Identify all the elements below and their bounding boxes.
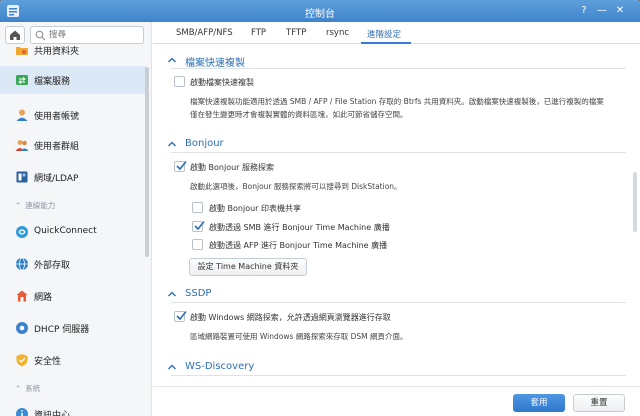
footer-bar: 套用 重置 bbox=[153, 386, 640, 416]
bonjour-smb-timemachine-label: 啟動透過 SMB 進行 Bonjour Time Machine 廣播 bbox=[209, 223, 390, 232]
sidebar-section-connectivity[interactable]: ⌃ 連線能力 bbox=[15, 200, 55, 211]
sidebar-section-system[interactable]: ⌃ 系統 bbox=[15, 383, 40, 394]
ssdp-description: 區域網路裝置可使用 Windows 網路探索來存取 DSM 網頁介面。 bbox=[190, 332, 408, 341]
sidebar-item-network[interactable]: 網路 bbox=[0, 282, 146, 310]
ssdp-enable-checkbox[interactable] bbox=[174, 311, 187, 322]
network-icon bbox=[16, 290, 28, 302]
chevron-up-icon bbox=[168, 141, 176, 147]
file-services-icon bbox=[16, 75, 28, 85]
tab-advanced[interactable]: 進階設定 bbox=[367, 28, 401, 40]
bonjour-printer-label: 啟動 Bonjour 印表機共享 bbox=[209, 204, 302, 213]
collapse-arrow-icon: ⌃ bbox=[15, 201, 22, 210]
collapse-arrow-icon: ⌃ bbox=[15, 384, 22, 393]
content-scrollbar[interactable] bbox=[633, 172, 637, 232]
section-divider bbox=[171, 302, 626, 303]
help-icon[interactable]: ? bbox=[578, 5, 590, 17]
tab-smb-afp-nfs[interactable]: SMB/AFP/NFS bbox=[176, 28, 233, 38]
reset-button[interactable]: 重置 bbox=[573, 394, 625, 412]
sidebar-item-security[interactable]: 安全性 bbox=[0, 346, 146, 374]
bonjour-smb-timemachine-checkbox[interactable] bbox=[192, 221, 205, 232]
dhcp-server-icon bbox=[16, 322, 28, 334]
file-copy-checkbox[interactable] bbox=[174, 76, 185, 87]
checkmark-icon bbox=[194, 221, 205, 231]
tab-ftp[interactable]: FTP bbox=[251, 28, 266, 38]
sidebar-item-group[interactable]: 使用者群組 bbox=[0, 131, 146, 159]
sidebar-item-external-access[interactable]: 外部存取 bbox=[0, 250, 146, 278]
sidebar-item-domain-ldap[interactable]: 網域/LDAP bbox=[0, 163, 146, 191]
section-divider bbox=[171, 68, 626, 69]
minimize-icon[interactable]: — bbox=[596, 5, 608, 17]
sidebar-item-user[interactable]: 使用者帳號 bbox=[0, 101, 146, 129]
ssdp-enable-label: 啟動 Windows 網路探索，允許透過網頁瀏覽器進行存取 bbox=[190, 313, 391, 322]
tab-tftp[interactable]: TFTP bbox=[286, 28, 306, 38]
user-group-icon bbox=[15, 140, 29, 151]
bonjour-enable-checkbox[interactable] bbox=[174, 161, 187, 172]
security-icon bbox=[16, 354, 28, 367]
bonjour-printer-checkbox[interactable] bbox=[192, 202, 203, 213]
control-panel-window: 控制台 ? — ✕ 共用資料夾 bbox=[0, 0, 640, 416]
sidebar-scrollbar[interactable] bbox=[145, 67, 149, 257]
title-bar[interactable]: 控制台 ? — ✕ bbox=[0, 0, 640, 22]
main-content: SMB/AFP/NFS FTP TFTP rsync 進階設定 檔案快速複製 啟… bbox=[153, 22, 640, 416]
checkmark-icon bbox=[176, 161, 187, 171]
chevron-up-icon bbox=[168, 57, 176, 63]
info-center-icon bbox=[16, 408, 28, 416]
window-title: 控制台 bbox=[305, 9, 335, 20]
bonjour-afp-timemachine-label: 啟動透過 AFP 進行 Bonjour Time Machine 廣播 bbox=[209, 241, 388, 250]
file-copy-description-2: 僅在發生變更時才會複製實體的資料區塊，如此可節省儲存空間。 bbox=[190, 110, 408, 119]
bonjour-afp-timemachine-checkbox[interactable] bbox=[192, 239, 203, 250]
tab-bar: SMB/AFP/NFS FTP TFTP rsync 進階設定 bbox=[153, 22, 640, 44]
sidebar-item-info-center[interactable]: 資訊中心 bbox=[0, 400, 146, 416]
user-icon bbox=[16, 109, 28, 121]
bonjour-enable-label: 啟動 Bonjour 服務探索 bbox=[190, 163, 275, 172]
section-divider bbox=[171, 152, 626, 153]
bonjour-description: 啟動此選項後，Bonjour 服務探索將可以搜尋到 DiskStation。 bbox=[190, 182, 402, 191]
sidebar: 共用資料夾 檔案服務 使用者帳號 使用者群組 bbox=[0, 22, 152, 416]
domain-ldap-icon bbox=[16, 171, 28, 183]
file-copy-label: 啟動檔案快速複製 bbox=[190, 78, 254, 87]
active-tab-indicator bbox=[361, 42, 411, 44]
file-copy-description-1: 檔案快速複製功能適用於透過 SMB / AFP / File Station 存… bbox=[190, 97, 604, 106]
sidebar-item-quickconnect[interactable]: QuickConnect bbox=[0, 218, 146, 246]
chevron-up-icon bbox=[168, 291, 176, 297]
external-access-icon bbox=[16, 257, 28, 271]
set-time-machine-folder-button[interactable]: 設定 Time Machine 資料夾 bbox=[189, 258, 307, 276]
apply-button[interactable]: 套用 bbox=[513, 394, 565, 412]
sidebar-item-file-services[interactable]: 檔案服務 bbox=[0, 66, 146, 94]
sidebar-item-shared-folder[interactable]: 共用資料夾 bbox=[0, 39, 146, 61]
checkmark-icon bbox=[176, 311, 187, 321]
folder-share-icon bbox=[16, 47, 28, 55]
sidebar-item-dhcp-server[interactable]: DHCP 伺服器 bbox=[0, 314, 146, 342]
section-divider bbox=[171, 375, 626, 376]
close-icon[interactable]: ✕ bbox=[614, 5, 626, 17]
quickconnect-icon bbox=[16, 226, 28, 238]
chevron-up-icon bbox=[168, 364, 176, 370]
tab-rsync[interactable]: rsync bbox=[326, 28, 349, 38]
